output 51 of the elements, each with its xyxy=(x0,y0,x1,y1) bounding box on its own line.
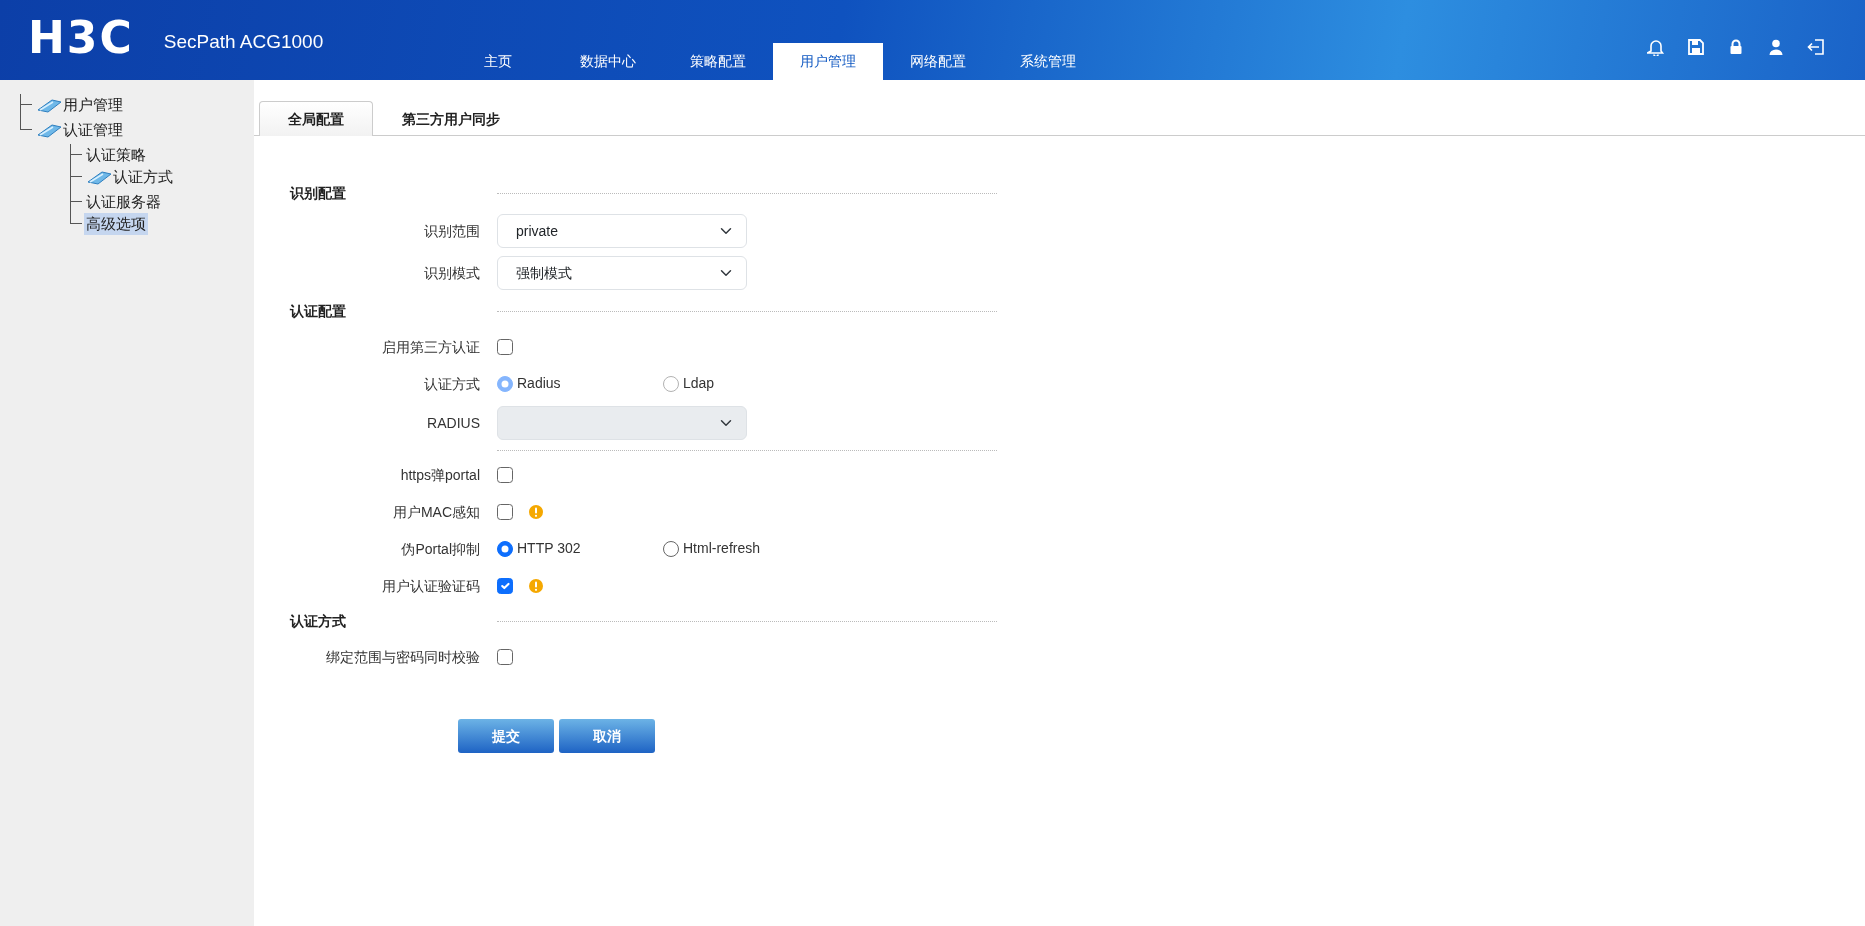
bell-icon[interactable] xyxy=(1647,38,1665,56)
tree-item[interactable]: 认证管理 xyxy=(34,119,125,141)
option-label: Radius xyxy=(517,374,561,393)
radio-button[interactable] xyxy=(497,540,513,557)
nav-tab[interactable]: 网络配置 xyxy=(883,43,994,80)
field-label: 识别范围 xyxy=(424,222,480,241)
page-tab[interactable]: 全局配置 xyxy=(259,101,373,136)
nav-tab[interactable]: 系统管理 xyxy=(993,43,1104,80)
checkbox[interactable] xyxy=(497,503,513,520)
tree-item[interactable]: 认证策略 xyxy=(84,144,148,166)
nav-tab[interactable]: 主页 xyxy=(443,43,554,80)
option-label: Html-refresh xyxy=(683,539,760,558)
section-title: 识别配置 xyxy=(290,184,347,203)
folder-icon xyxy=(36,97,62,113)
logo-wordmark: H3C xyxy=(28,16,134,60)
option-label: HTTP 302 xyxy=(517,539,581,558)
nav-tab[interactable]: 策略配置 xyxy=(663,43,774,80)
field-label: 绑定范围与密码同时校验 xyxy=(326,647,480,667)
page-tab[interactable]: 第三方用户同步 xyxy=(373,101,529,136)
checkbox[interactable] xyxy=(497,648,513,665)
save-icon[interactable] xyxy=(1687,38,1705,56)
field-label: RADIUS xyxy=(427,414,480,433)
nav-tab[interactable]: 数据中心 xyxy=(553,43,664,80)
field-label: 用户认证验证码 xyxy=(382,576,480,596)
section-title: 认证方式 xyxy=(290,612,347,631)
radio-button[interactable] xyxy=(663,540,679,557)
tree-item[interactable]: 高级选项 xyxy=(84,213,148,235)
logout-icon[interactable] xyxy=(1807,38,1825,56)
submit-button[interactable]: 提交 xyxy=(458,719,554,753)
dropdown[interactable]: 强制模式 xyxy=(497,256,747,290)
checkbox[interactable] xyxy=(497,577,513,594)
option-label: Ldap xyxy=(683,374,715,393)
tree-item[interactable]: 认证方式 xyxy=(84,166,175,188)
field-label: 伪Portal抑制 xyxy=(401,539,480,559)
tree-item[interactable]: 认证服务器 xyxy=(84,191,163,213)
product-name: SecPath ACG1000 xyxy=(163,29,324,54)
checkbox[interactable] xyxy=(497,338,513,355)
user-icon[interactable] xyxy=(1767,38,1785,56)
cancel-button[interactable]: 取消 xyxy=(559,719,655,753)
nav-tab[interactable]: 用户管理 xyxy=(773,43,884,80)
field-label: 识别模式 xyxy=(424,264,480,283)
checkbox[interactable] xyxy=(497,466,513,483)
field-label: 启用第三方认证 xyxy=(382,337,480,357)
dropdown[interactable]: private xyxy=(497,214,747,248)
tree-item[interactable]: 用户管理 xyxy=(34,94,125,116)
folder-icon xyxy=(86,169,112,185)
folder-icon xyxy=(36,122,62,138)
section-title: 认证配置 xyxy=(290,302,347,321)
field-label: https弹portal xyxy=(400,465,480,485)
field-label: 认证方式 xyxy=(424,374,480,394)
field-label: 用户MAC感知 xyxy=(392,502,480,522)
